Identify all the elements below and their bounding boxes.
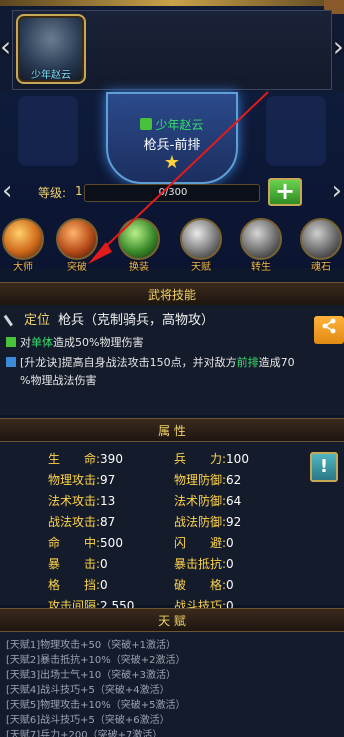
banner-left-decoration — [18, 96, 78, 166]
talent-item: [天赋2]暴击抵抗+10%（突破+2激活） — [6, 655, 186, 666]
attr-section-header: 属 性 — [0, 418, 344, 442]
skill2-highlight: 前排 — [236, 356, 259, 369]
talent-section-title: 天 赋 — [158, 614, 186, 628]
talent-item: [天赋3]出场士气+10（突破+3激活） — [6, 670, 177, 681]
talent-section-header: 天 赋 — [0, 608, 344, 632]
prev-hero-arrow-icon[interactable]: ‹ — [2, 176, 12, 206]
attr-left-1: 物理攻击:97 — [48, 473, 116, 487]
attr-left-2: 法术攻击:13 — [48, 494, 116, 508]
attr-info-button[interactable]: ! — [310, 452, 338, 482]
skill-line-2-wrap: %物理战法伤害 — [20, 374, 97, 387]
attr-right-5: 暴击抵抗:0 — [174, 557, 234, 571]
share-button[interactable] — [314, 316, 344, 344]
portrait-name: 少年赵云 — [31, 70, 71, 81]
strip-right-arrow-icon[interactable]: › — [333, 30, 344, 63]
talent-item: [天赋5]物理攻击+10%（突破+5激活） — [6, 700, 186, 711]
hero-detail-screen: { "hero": { "portrait_name": "少年赵云", "na… — [0, 0, 344, 737]
level-value: 1 — [75, 184, 83, 198]
talent-item: [天赋6]战斗技巧+5（突破+6激活） — [6, 715, 170, 726]
attr-right-3: 战法防御:92 — [174, 515, 242, 529]
attr-left-0: 生 命:390 — [48, 452, 123, 466]
position-value: 枪兵（克制骑兵，高物攻） — [58, 313, 215, 328]
talent-item: [天赋7]兵力+200（突破+7激活） — [6, 730, 163, 737]
share-icon — [322, 318, 336, 334]
level-label: 等级: — [38, 186, 67, 200]
talent-item: [天赋4]战斗技巧+5（突破+4激活） — [6, 685, 170, 696]
master-button[interactable] — [2, 218, 44, 260]
skill1-suffix: 造成50%物理伤害 — [53, 336, 144, 349]
skill1-prefix: 对 — [20, 336, 31, 349]
skill-normal-icon — [6, 337, 16, 347]
circle-label-master: 大师 — [13, 262, 33, 273]
skill2-part2: 造成70 — [258, 356, 295, 369]
spear-icon — [3, 309, 21, 327]
attr-right-2: 法术防御:64 — [174, 494, 242, 508]
attr-right-0: 兵 力:100 — [174, 452, 249, 466]
attr-left-5: 暴 击:0 — [48, 557, 108, 571]
position-line: 定位 枪兵（克制骑兵，高物攻） — [3, 309, 215, 328]
skill2-part1: [升龙诀]提高自身战法攻击150点，并对敌方 — [20, 356, 237, 369]
talent-item: [天赋1]物理攻击+50（突破+1激活） — [6, 640, 177, 651]
attr-left-6: 格 挡:0 — [48, 578, 108, 592]
skill-section-header: 武将技能 — [0, 282, 344, 306]
strip-left-arrow-icon[interactable]: ‹ — [0, 30, 11, 63]
attr-left-3: 战法攻击:87 — [48, 515, 116, 529]
top-frame — [0, 0, 344, 6]
skill-line-1: 对单体造成50%物理伤害 — [6, 334, 143, 350]
attr-left-4: 命 中:500 — [48, 536, 123, 550]
attr-section-title: 属 性 — [158, 424, 186, 438]
next-hero-arrow-icon[interactable]: › — [332, 176, 342, 206]
skill1-highlight: 单体 — [31, 336, 53, 349]
skill-line-2: [升龙诀]提高自身战法攻击150点，并对敌方前排造成70 — [6, 354, 295, 370]
attr-right-6: 破 格:0 — [174, 578, 234, 592]
position-label: 定位 — [24, 313, 51, 328]
skill-special-icon — [6, 357, 16, 367]
attr-right-1: 物理防御:62 — [174, 473, 242, 487]
attr-right-4: 闪 避:0 — [174, 536, 234, 550]
red-arrow-annotation — [88, 91, 269, 264]
skill-section-title: 武将技能 — [147, 288, 196, 302]
